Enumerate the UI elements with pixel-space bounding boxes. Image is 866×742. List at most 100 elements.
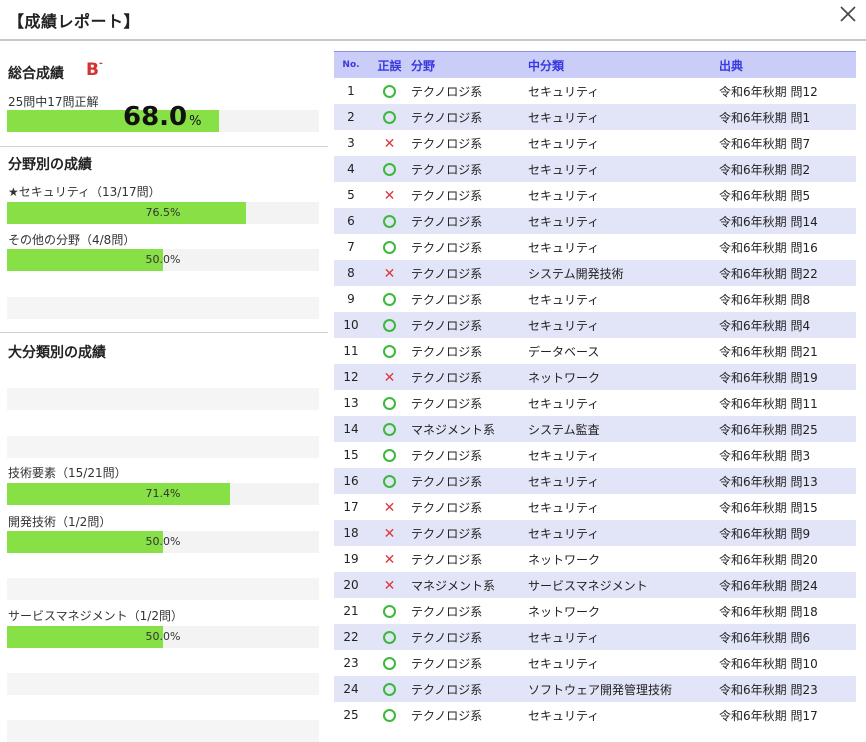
row-field: テクノロジ系 <box>411 500 483 515</box>
table-row[interactable]: 14 マネジメント系 システム監査 令和6年秋期 問25 <box>334 416 856 442</box>
table-row[interactable]: 8 ✕ テクノロジ系 システム開発技術 令和6年秋期 問22 <box>334 260 856 286</box>
header-source[interactable]: 出典 <box>719 51 856 78</box>
row-result <box>368 624 411 650</box>
circle-icon <box>383 241 396 254</box>
empty-row <box>7 720 319 742</box>
grade-mark: - <box>98 59 103 69</box>
row-no: 10 <box>334 312 368 338</box>
row-category: システム開発技術 <box>528 260 719 286</box>
header-result[interactable]: 正誤 <box>368 51 411 78</box>
row-source: 令和6年秋期 問1 <box>719 104 856 130</box>
row-no: 7 <box>347 240 355 254</box>
row-category: セキュリティ <box>528 708 600 723</box>
table-row[interactable]: 5 ✕ テクノロジ系 セキュリティ 令和6年秋期 問5 <box>334 182 856 208</box>
cross-icon: ✕ <box>383 499 396 516</box>
cross-icon: ✕ <box>383 369 396 386</box>
row-result: ✕ <box>368 364 411 390</box>
row-result <box>368 78 411 104</box>
table-row[interactable]: 24 テクノロジ系 ソフトウェア開発管理技術 令和6年秋期 問23 <box>334 676 856 702</box>
circle-icon <box>383 709 396 722</box>
empty-row <box>7 388 319 410</box>
table-row[interactable]: 3 ✕ テクノロジ系 セキュリティ 令和6年秋期 問7 <box>334 130 856 156</box>
row-result <box>368 234 411 260</box>
table-row[interactable]: 13 テクノロジ系 セキュリティ 令和6年秋期 問11 <box>334 390 856 416</box>
table-row[interactable]: 1 テクノロジ系 セキュリティ 令和6年秋期 問12 <box>334 78 856 104</box>
row-field: テクノロジ系 <box>411 364 528 390</box>
row-source: 令和6年秋期 問13 <box>719 468 856 494</box>
row-source: 令和6年秋期 問4 <box>719 312 856 338</box>
table-row[interactable]: 17 ✕ テクノロジ系 セキュリティ 令和6年秋期 問15 <box>334 494 856 520</box>
row-result <box>368 286 411 312</box>
category-percent-1: 50.0% <box>145 535 181 548</box>
table-row[interactable]: 21 テクノロジ系 ネットワーク 令和6年秋期 問18 <box>334 598 856 624</box>
table-row[interactable]: 9 テクノロジ系 セキュリティ 令和6年秋期 問8 <box>334 286 856 312</box>
row-source: 令和6年秋期 問2 <box>719 156 856 182</box>
row-source: 令和6年秋期 問10 <box>719 656 818 671</box>
table-row[interactable]: 6 テクノロジ系 セキュリティ 令和6年秋期 問14 <box>334 208 856 234</box>
close-icon[interactable] <box>836 2 860 26</box>
overall-bar: 68.0% <box>7 102 319 132</box>
row-field: テクノロジ系 <box>411 448 483 463</box>
category-bar-2: 50.0% <box>7 626 319 648</box>
circle-icon <box>383 293 396 306</box>
row-no: 5 <box>347 188 355 202</box>
report-header: 【成績レポート】 <box>0 0 866 41</box>
overall-heading: 総合成績 <box>8 66 64 82</box>
row-field: テクノロジ系 <box>411 208 528 234</box>
circle-icon <box>383 423 396 436</box>
table-row[interactable]: 10 テクノロジ系 セキュリティ 令和6年秋期 問4 <box>334 312 856 338</box>
page-title: 【成績レポート】 <box>8 12 141 31</box>
row-result <box>368 598 411 624</box>
field-label-1: その他の分野（4/8問） <box>8 233 136 247</box>
row-field: テクノロジ系 <box>411 552 483 567</box>
row-no: 9 <box>347 292 355 306</box>
divider <box>0 332 328 333</box>
table-row[interactable]: 23 テクノロジ系 セキュリティ 令和6年秋期 問10 <box>334 650 856 676</box>
row-source: 令和6年秋期 問22 <box>719 260 856 286</box>
cross-icon: ✕ <box>383 135 396 152</box>
row-result <box>368 104 411 130</box>
row-no: 2 <box>334 104 368 130</box>
row-category: セキュリティ <box>528 136 600 151</box>
row-source: 令和6年秋期 問7 <box>719 136 811 151</box>
row-result: ✕ <box>368 260 411 286</box>
row-no: 23 <box>343 656 359 670</box>
row-result <box>368 442 411 468</box>
header-field[interactable]: 分野 <box>411 51 528 78</box>
circle-icon <box>383 631 396 644</box>
header-category[interactable]: 中分類 <box>528 51 719 78</box>
row-category: セキュリティ <box>528 448 600 463</box>
table-row[interactable]: 22 テクノロジ系 セキュリティ 令和6年秋期 問6 <box>334 624 856 650</box>
row-no: 20 <box>334 572 368 598</box>
table-row[interactable]: 11 テクノロジ系 データベース 令和6年秋期 問21 <box>334 338 856 364</box>
table-row[interactable]: 15 テクノロジ系 セキュリティ 令和6年秋期 問3 <box>334 442 856 468</box>
table-row[interactable]: 4 テクノロジ系 セキュリティ 令和6年秋期 問2 <box>334 156 856 182</box>
category-heading: 大分類別の成績 <box>8 345 106 361</box>
table-row[interactable]: 20 ✕ マネジメント系 サービスマネジメント 令和6年秋期 問24 <box>334 572 856 598</box>
table-row[interactable]: 18 ✕ テクノロジ系 セキュリティ 令和6年秋期 問9 <box>334 520 856 546</box>
row-field: テクノロジ系 <box>411 292 483 307</box>
table-row[interactable]: 2 テクノロジ系 セキュリティ 令和6年秋期 問1 <box>334 104 856 130</box>
row-category: データベース <box>528 344 600 359</box>
row-category: ネットワーク <box>528 604 601 619</box>
row-field: テクノロジ系 <box>411 136 483 151</box>
row-source: 令和6年秋期 問5 <box>719 188 811 203</box>
row-category: ソフトウェア開発管理技術 <box>528 676 719 702</box>
row-source: 令和6年秋期 問6 <box>719 624 856 650</box>
table-row[interactable]: 16 テクノロジ系 セキュリティ 令和6年秋期 問13 <box>334 468 856 494</box>
row-category: セキュリティ <box>528 84 600 99</box>
table-row[interactable]: 12 ✕ テクノロジ系 ネットワーク 令和6年秋期 問19 <box>334 364 856 390</box>
table-row[interactable]: 25 テクノロジ系 セキュリティ 令和6年秋期 問17 <box>334 702 856 728</box>
row-source: 令和6年秋期 問19 <box>719 364 856 390</box>
table-row[interactable]: 19 ✕ テクノロジ系 ネットワーク 令和6年秋期 問20 <box>334 546 856 572</box>
row-result <box>368 702 411 728</box>
circle-icon <box>383 475 396 488</box>
row-category: セキュリティ <box>528 188 600 203</box>
header-no[interactable]: No. <box>334 51 368 78</box>
row-field: テクノロジ系 <box>411 312 528 338</box>
table-row[interactable]: 7 テクノロジ系 セキュリティ 令和6年秋期 問16 <box>334 234 856 260</box>
row-field: マネジメント系 <box>411 572 528 598</box>
cross-icon: ✕ <box>383 577 396 594</box>
empty-row <box>7 578 319 600</box>
row-result: ✕ <box>368 572 411 598</box>
